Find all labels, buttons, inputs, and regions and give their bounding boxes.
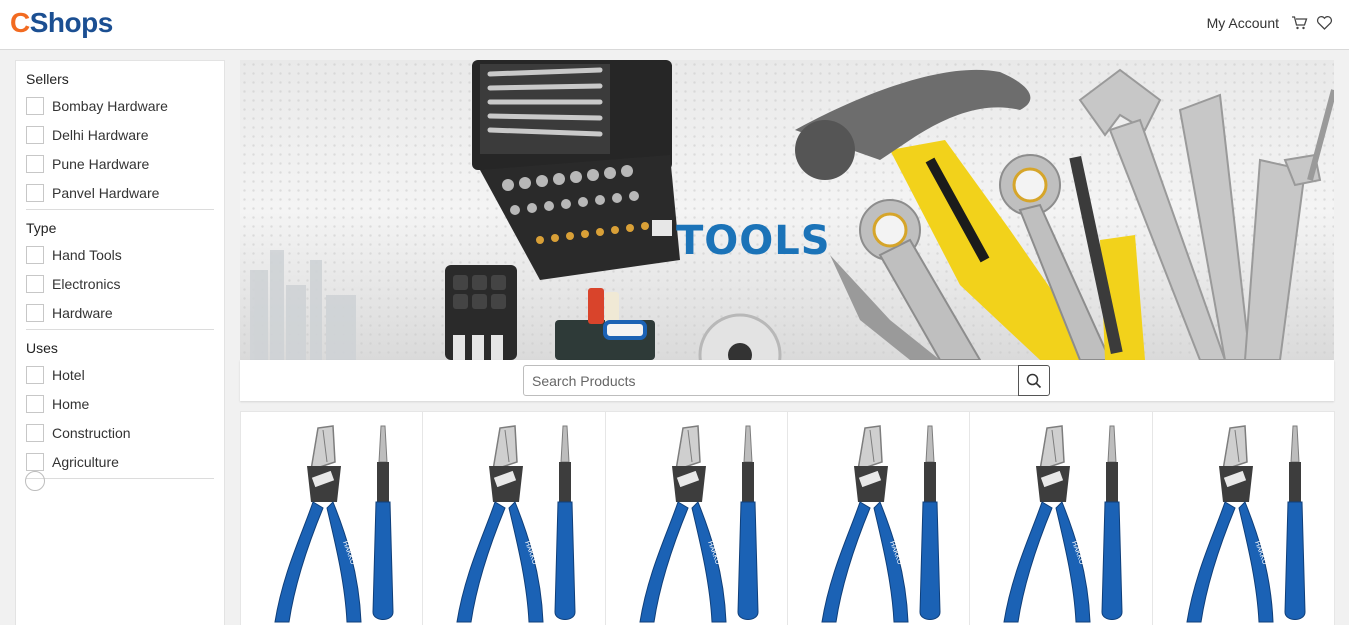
search-input[interactable] <box>523 365 1019 396</box>
product-card[interactable]: HAKKO <box>422 411 606 625</box>
cart-icon[interactable] <box>1291 15 1308 31</box>
type-filter-title: Type <box>26 220 57 236</box>
heart-icon[interactable] <box>1316 15 1333 31</box>
pliers-product-image: HAKKO <box>274 425 394 623</box>
product-grid: HAKKO HAKKO HAKKO HAKKO HAKKO HAKKO <box>240 411 1335 625</box>
filter-option-bombay-hardware[interactable]: Bombay Hardware <box>26 91 214 120</box>
product-card[interactable]: HAKKO <box>786 411 971 625</box>
filter-option-delhi-hardware[interactable]: Delhi Hardware <box>26 120 214 149</box>
pliers-product-image: HAKKO <box>821 425 941 623</box>
cshops-logo[interactable]: CShops <box>10 7 113 39</box>
loading-spinner-icon <box>25 471 45 491</box>
product-card[interactable]: HAKKO <box>240 411 424 625</box>
pliers-product-image: HAKKO <box>456 425 576 623</box>
checkbox[interactable] <box>26 452 44 471</box>
search-bar <box>240 360 1334 401</box>
uses-filter-title: Uses <box>26 340 58 356</box>
checkbox[interactable] <box>26 274 44 293</box>
filter-sidebar: Sellers Bombay Hardware Delhi Hardware P… <box>15 60 225 625</box>
top-navigation-bar: CShops My Account <box>0 0 1349 50</box>
checkbox[interactable] <box>26 96 44 115</box>
pliers-product-image: HAKKO <box>1003 425 1123 623</box>
filter-option-pune-hardware[interactable]: Pune Hardware <box>26 149 214 178</box>
product-card[interactable]: HAKKO <box>604 411 788 625</box>
banner-title: TOOLS <box>676 218 831 264</box>
tools-banner: TOOLS <box>240 60 1334 360</box>
filter-option-hand-tools[interactable]: Hand Tools <box>26 240 214 269</box>
type-filter-group: Type Hand Tools Electronics Hardware <box>16 210 224 330</box>
tools-banner-illustration <box>250 60 1334 360</box>
product-card[interactable]: HAKKO <box>1151 411 1335 625</box>
filter-option-electronics[interactable]: Electronics <box>26 269 214 298</box>
pliers-product-image: HAKKO <box>639 425 759 623</box>
checkbox[interactable] <box>26 154 44 173</box>
checkbox[interactable] <box>26 365 44 384</box>
divider <box>26 478 214 479</box>
filter-option-agriculture[interactable]: Agriculture <box>26 447 214 476</box>
checkbox[interactable] <box>26 394 44 413</box>
checkbox[interactable] <box>26 423 44 442</box>
sellers-filter-title: Sellers <box>26 71 69 87</box>
checkbox[interactable] <box>26 245 44 264</box>
sellers-filter-group: Sellers Bombay Hardware Delhi Hardware P… <box>16 61 224 210</box>
search-icon <box>1026 373 1042 388</box>
pliers-product-image: HAKKO <box>1186 425 1306 623</box>
header-actions: My Account <box>1207 15 1333 31</box>
my-account-link[interactable]: My Account <box>1207 15 1279 31</box>
search-button[interactable] <box>1018 365 1050 396</box>
filter-option-construction[interactable]: Construction <box>26 418 214 447</box>
product-card[interactable]: HAKKO <box>969 411 1153 625</box>
filter-option-hardware[interactable]: Hardware <box>26 298 214 327</box>
filter-option-panvel-hardware[interactable]: Panvel Hardware <box>26 178 214 207</box>
checkbox[interactable] <box>26 183 44 202</box>
checkbox[interactable] <box>26 125 44 144</box>
filter-option-home[interactable]: Home <box>26 389 214 418</box>
uses-filter-group: Uses Hotel Home Construction Agriculture <box>16 330 224 479</box>
checkbox[interactable] <box>26 303 44 322</box>
filter-option-hotel[interactable]: Hotel <box>26 360 214 389</box>
